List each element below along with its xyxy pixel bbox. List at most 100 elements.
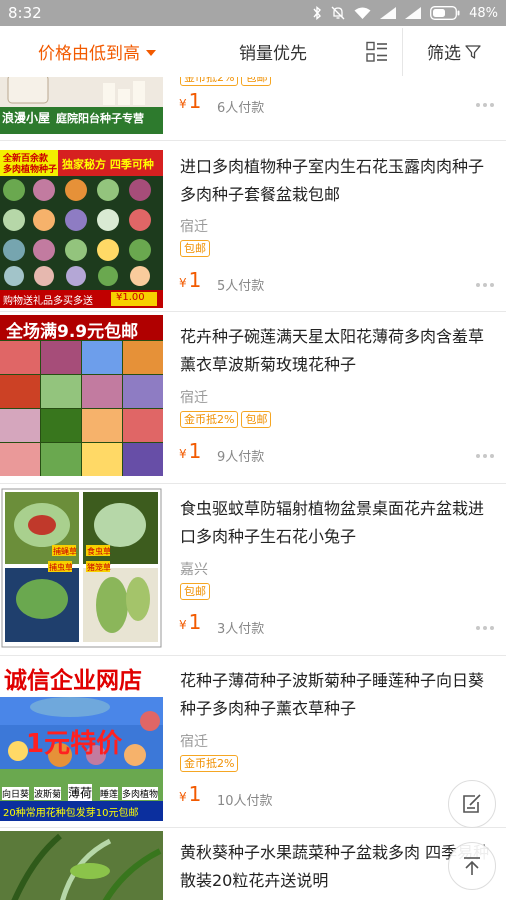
product-title[interactable]: 进口多肉植物种子室内生石花玉露肉肉种子 多肉种子套餐盆栽包邮 [180, 153, 492, 209]
sort-sales-first[interactable]: 销量优先 [239, 26, 307, 77]
filter-icon [465, 44, 481, 59]
tag-coin-discount: 金币抵2% [180, 77, 239, 86]
tag-free-shipping: 包邮 [241, 411, 272, 428]
mute-icon [331, 6, 345, 20]
sold-count: 10人付款 [217, 794, 273, 809]
product-title[interactable]: 花卉种子碗莲满天星太阳花薄荷多肉含羞草薰衣草波斯菊玫瑰花种子 [180, 323, 492, 379]
price-symbol: ¥ [179, 790, 187, 804]
more-dots-icon[interactable] [476, 103, 494, 107]
price-symbol: ¥ [179, 97, 187, 111]
wifi-icon [354, 7, 371, 19]
thumb-label: 睡莲 [100, 787, 119, 800]
product-thumbnail [0, 831, 163, 900]
price-symbol: ¥ [179, 618, 187, 632]
filter-label: 筛选 [427, 44, 461, 64]
more-dots-icon[interactable] [476, 283, 494, 287]
tag-row: 金币抵2% 包邮 [180, 411, 272, 428]
thumb-footer: 购物送礼品多买多送 [3, 296, 93, 307]
product-location: 宿迁 [180, 390, 208, 406]
price-value: 1 [188, 610, 202, 634]
tag-free-shipping: 包邮 [241, 77, 272, 86]
product-list: 浪漫小屋 庭院阳台种子专营 金币抵2% 包邮 ¥1 6人付款 全新百余款 多肉植… [0, 77, 506, 900]
price-value: 1 [188, 782, 202, 806]
product-location: 宿迁 [180, 219, 208, 235]
thumb-label: 捕虫草 [49, 563, 73, 572]
bluetooth-icon [313, 6, 322, 20]
price-value: 1 [188, 268, 202, 292]
sold-count: 5人付款 [217, 279, 265, 294]
status-icons: 48% [312, 3, 498, 23]
layout-toggle-button[interactable] [366, 26, 388, 77]
price-symbol: ¥ [179, 276, 187, 290]
thumb-label: 猪笼草 [87, 563, 111, 572]
tag-free-shipping: 包邮 [180, 240, 210, 257]
tag-row: 金币抵2% [180, 755, 239, 772]
tag-coin-discount: 金币抵2% [180, 755, 239, 772]
product-title[interactable]: 黄秋葵种子水果蔬菜种子盆栽多肉 四季易种散装20粒花卉送说明 [180, 839, 492, 895]
status-bar: 8:32 48% [0, 0, 506, 26]
thumb-headline: 全场满9.9元包邮 [6, 322, 139, 342]
product-item[interactable]: 全场满9.9元包邮 花卉种子碗莲满天星太阳花薄荷多肉含羞草薰衣草波斯菊玫瑰花种子… [0, 312, 506, 484]
sort-divider [402, 28, 403, 76]
thumb-headline: 诚信企业网店 [4, 668, 142, 694]
tag-coin-discount: 金币抵2% [180, 411, 239, 428]
price: ¥1 [179, 439, 201, 463]
layout-toggle-icon [366, 41, 387, 62]
back-to-top-icon [464, 857, 480, 875]
product-item[interactable]: 浪漫小屋 庭院阳台种子专营 金币抵2% 包邮 ¥1 6人付款 [0, 77, 506, 141]
thumb-label: 波斯菊 [34, 787, 62, 800]
tag-row: 包邮 [180, 583, 210, 600]
tag-row: 包邮 [180, 240, 210, 257]
signal-icon [405, 7, 422, 19]
product-item[interactable]: 捕蝇草 食虫草 捕虫草 猪笼草 食虫驱蚊草防辐射植物盆景桌面花卉盆栽进口多肉种子… [0, 484, 506, 656]
signal-icon [380, 7, 397, 19]
thumb-headline: 多肉植物种子 [3, 165, 58, 175]
tag-row: 金币抵2% 包邮 [180, 77, 272, 86]
thumb-label: 向日葵 [2, 787, 30, 800]
sort-sales-label: 销量优先 [239, 44, 307, 64]
sort-price-label: 价格由低到高 [38, 44, 140, 64]
product-item[interactable]: 诚信企业网店 1元特价 向日葵 波斯菊 薄荷 睡莲 多肉植物 20种常用花种包发… [0, 656, 506, 828]
battery-icon [430, 6, 460, 20]
sort-price-low-to-high[interactable]: 价格由低到高 [38, 26, 156, 77]
feedback-icon [463, 794, 481, 813]
tag-free-shipping: 包邮 [180, 583, 210, 600]
sold-count: 3人付款 [217, 622, 265, 637]
sold-count: 9人付款 [217, 450, 265, 465]
product-location: 嘉兴 [180, 562, 208, 578]
product-thumbnail: 全场满9.9元包邮 [0, 315, 163, 476]
product-thumbnail: 诚信企业网店 1元特价 向日葵 波斯菊 薄荷 睡莲 多肉植物 20种常用花种包发… [0, 659, 163, 821]
thumb-shop-slogan: 庭院阳台种子专营 [56, 112, 144, 125]
product-title[interactable]: 食虫驱蚊草防辐射植物盆景桌面花卉盆栽进口多肉种子生石花小兔子 [180, 495, 492, 551]
product-title[interactable]: 花种子薄荷种子波斯菊种子睡莲种子向日葵种子多肉种子薰衣草种子 [180, 667, 492, 723]
more-dots-icon[interactable] [476, 626, 494, 630]
sold-count: 6人付款 [217, 101, 265, 116]
product-thumbnail: 全新百余款 多肉植物种子 独家秘方 四季可种 购物送礼品多买多送 ¥1.00 [0, 150, 163, 308]
status-time: 8:32 [8, 4, 42, 22]
product-location: 宿迁 [180, 734, 208, 750]
thumb-shop-name: 浪漫小屋 [2, 111, 51, 125]
filter-button[interactable]: 筛选 [427, 26, 481, 77]
caret-down-icon [146, 49, 156, 56]
more-dots-icon[interactable] [476, 454, 494, 458]
thumb-label: 捕蝇草 [53, 547, 77, 556]
product-item[interactable]: 黄秋葵种子水果蔬菜种子盆栽多肉 四季易种散装20粒花卉送说明 [0, 828, 506, 900]
price: ¥1 [179, 610, 201, 634]
product-thumbnail: 捕蝇草 食虫草 捕虫草 猪笼草 [0, 487, 163, 649]
product-item[interactable]: 全新百余款 多肉植物种子 独家秘方 四季可种 购物送礼品多买多送 ¥1.00 进… [0, 141, 506, 312]
thumbnail-art [0, 487, 163, 649]
thumb-big-text: 1元特价 [26, 729, 123, 759]
price-symbol: ¥ [179, 447, 187, 461]
thumb-badge: 独家秘方 四季可种 [62, 158, 154, 171]
feedback-button[interactable] [448, 780, 496, 828]
sort-bar: 价格由低到高 销量优先 筛选 [0, 26, 506, 78]
thumb-label: 食虫草 [87, 547, 111, 556]
price-value: 1 [188, 89, 202, 113]
price-value: 1 [188, 439, 202, 463]
thumb-price: ¥1.00 [116, 292, 145, 303]
thumbnail-art [0, 831, 163, 900]
product-thumbnail: 浪漫小屋 庭院阳台种子专营 [0, 77, 163, 134]
thumb-footer: 20种常用花种包发芽10元包邮 [3, 808, 139, 819]
price: ¥1 [179, 89, 201, 113]
back-to-top-button[interactable] [448, 842, 496, 890]
